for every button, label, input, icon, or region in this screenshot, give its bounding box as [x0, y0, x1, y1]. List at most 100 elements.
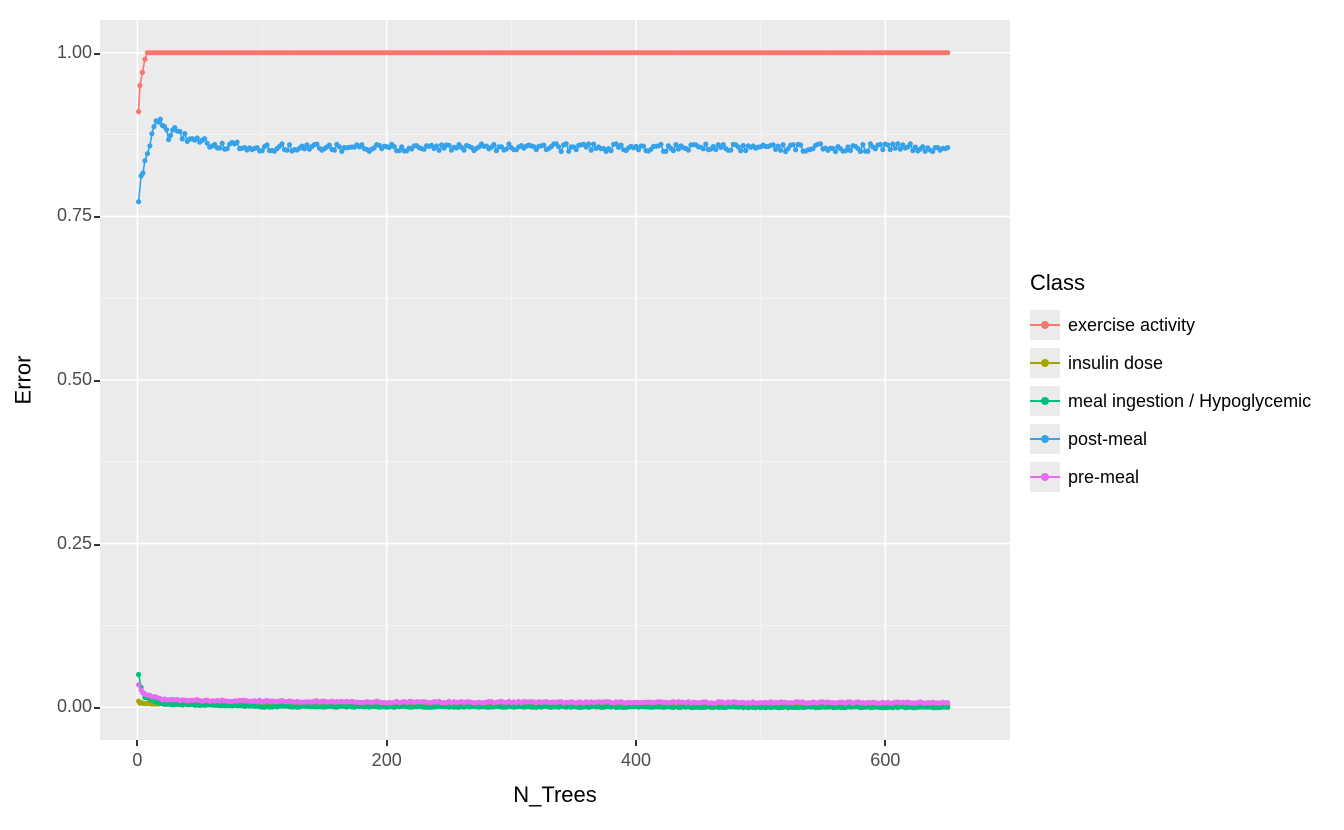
series-point — [671, 148, 676, 153]
legend-label: pre-meal — [1068, 467, 1139, 488]
series-point — [741, 143, 746, 148]
series-point — [793, 147, 798, 152]
series-point — [556, 144, 561, 149]
series-point — [589, 148, 594, 153]
series-point — [541, 143, 546, 148]
series-point — [703, 142, 708, 147]
x-tick-label: 0 — [132, 750, 142, 771]
y-tick-label: 1.00 — [40, 42, 92, 63]
series-line — [139, 119, 948, 202]
series-point — [284, 148, 289, 153]
series-point — [142, 158, 147, 163]
series-point — [771, 142, 776, 147]
series-point — [504, 146, 509, 151]
legend-label: meal ingestion / Hypoglycemic — [1068, 391, 1311, 412]
y-axis-title-text: Error — [10, 356, 36, 405]
series-point — [235, 140, 240, 145]
series-point — [158, 117, 163, 122]
legend-item: exercise activity — [1030, 310, 1330, 340]
series-point — [149, 131, 154, 136]
series-point — [878, 142, 883, 147]
series-point — [136, 682, 141, 687]
series-point — [848, 148, 853, 153]
series-point — [673, 142, 678, 147]
series-point — [217, 145, 222, 150]
x-tick-mark — [136, 740, 138, 746]
series-point — [264, 142, 269, 147]
series-point — [559, 149, 564, 154]
y-tick-mark — [94, 544, 100, 546]
x-tick-mark — [386, 740, 388, 746]
series-point — [686, 148, 691, 153]
series-point — [609, 148, 614, 153]
legend-label: insulin dose — [1068, 353, 1163, 374]
series-point — [279, 141, 284, 146]
series-point — [182, 131, 187, 136]
x-tick-label: 400 — [621, 750, 651, 771]
series-point — [151, 124, 156, 129]
plot-panel — [100, 20, 1010, 740]
series-point — [663, 149, 668, 154]
y-tick-mark — [94, 216, 100, 218]
series-point — [136, 672, 141, 677]
series-point — [140, 170, 145, 175]
legend-key-icon — [1030, 348, 1060, 378]
series-point — [920, 144, 925, 149]
series-point — [491, 142, 496, 147]
series-point — [332, 148, 337, 153]
series-point — [566, 149, 571, 154]
series-point — [908, 141, 913, 146]
series-point — [287, 142, 292, 147]
series-point — [743, 148, 748, 153]
legend-key-icon — [1030, 424, 1060, 454]
legend-label: post-meal — [1068, 429, 1147, 450]
series-point — [833, 149, 838, 154]
plot-svg — [100, 20, 1010, 740]
series-point — [136, 199, 141, 204]
series-point — [880, 147, 885, 152]
series-point — [147, 143, 152, 148]
series-point — [860, 142, 865, 147]
legend-item: meal ingestion / Hypoglycemic — [1030, 386, 1330, 416]
legend-item: post-meal — [1030, 424, 1330, 454]
series-point — [945, 145, 950, 150]
legend-key-icon — [1030, 310, 1060, 340]
series-point — [798, 142, 803, 147]
series-point — [437, 148, 442, 153]
legend-title: Class — [1030, 270, 1330, 296]
x-tick-mark — [635, 740, 637, 746]
series-point — [818, 141, 823, 146]
x-tick-label: 200 — [372, 750, 402, 771]
series-point — [701, 146, 706, 151]
series-point — [140, 70, 145, 75]
legend: Class exercise activity insulin dose meal … — [1030, 270, 1330, 500]
series-point — [225, 146, 230, 151]
y-tick-label: 0.75 — [40, 205, 92, 226]
series-point — [145, 151, 150, 156]
y-tick-mark — [94, 707, 100, 709]
series-point — [337, 144, 342, 149]
series-point — [586, 141, 591, 146]
series-point — [202, 136, 207, 141]
series-point — [713, 147, 718, 152]
series-point — [142, 57, 147, 62]
y-tick-mark — [94, 380, 100, 382]
y-tick-mark — [94, 53, 100, 55]
legend-items: exercise activity insulin dose meal ingest… — [1030, 310, 1330, 492]
series-point — [865, 149, 870, 154]
series-point — [888, 147, 893, 152]
legend-item: insulin dose — [1030, 348, 1330, 378]
x-axis-title: N_Trees — [100, 782, 1010, 808]
series-point — [180, 136, 185, 141]
series-point — [658, 142, 663, 147]
series-point — [461, 148, 466, 153]
series-point — [945, 50, 950, 55]
legend-item: pre-meal — [1030, 462, 1330, 492]
series-point — [945, 700, 950, 705]
series-point — [564, 141, 569, 146]
x-tick-mark — [884, 740, 886, 746]
series-line — [139, 53, 948, 112]
series-point — [136, 109, 141, 114]
series-point — [446, 143, 451, 148]
series-point — [895, 141, 900, 146]
